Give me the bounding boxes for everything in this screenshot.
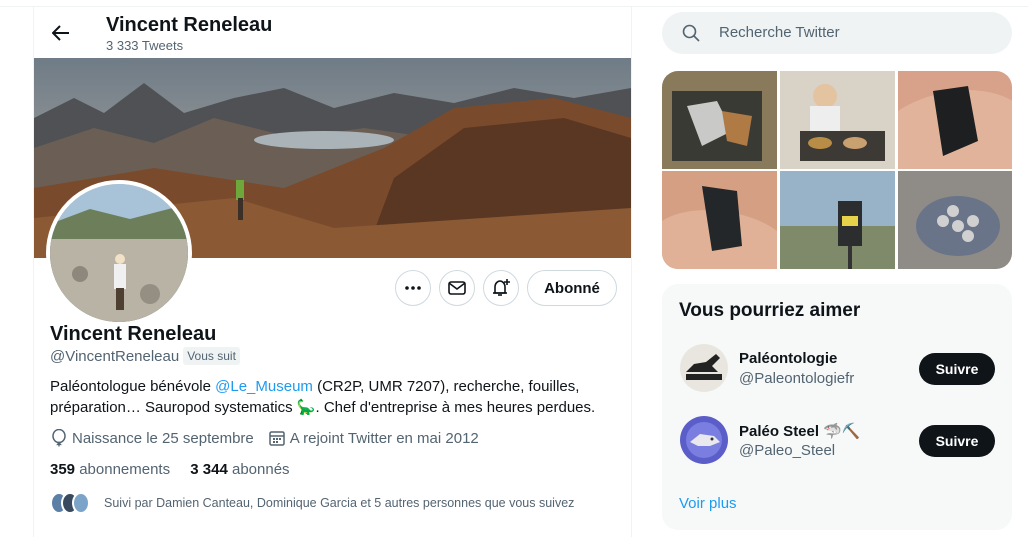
media-grid [662,71,1012,269]
notifications-button[interactable] [483,270,519,306]
suggestion-item[interactable]: Paléo Steel 🦈⛏️ @Paleo_Steel Suivre [662,410,1012,470]
birthday-item: Naissance le 25 septembre [50,429,254,447]
profile-bio: Paléontologue bénévole @Le_Museum (CR2P,… [50,376,620,418]
balloon-icon [52,429,66,447]
joined-text: A rejoint Twitter en mai 2012 [289,429,479,447]
following-link[interactable]: 359 abonnements [50,461,170,478]
media-thumbnail[interactable] [898,71,1012,169]
follow-button[interactable]: Suivre [919,353,995,385]
header-tweet-count: 3 333 Tweets [106,38,184,53]
bell-plus-icon [493,279,510,296]
follows-you-badge: Vous suit [183,347,240,365]
profile-meta: Naissance le 25 septembre A rejoint Twit… [50,429,493,447]
search-input[interactable]: Recherche Twitter [719,24,840,41]
profile-column: Vincent Reneleau 3 333 Tweets Abonné Vin… [33,6,632,537]
follow-button[interactable]: Suivre [919,425,995,457]
birthday-text: Naissance le 25 septembre [72,429,254,447]
media-thumbnail[interactable] [662,171,777,269]
followers-count: 3 344 [190,461,228,478]
joined-item: A rejoint Twitter en mai 2012 [268,429,479,447]
search-icon [682,24,700,42]
followed-by-row[interactable]: Suivi par Damien Canteau, Dominique Garc… [50,492,574,514]
see-more-link[interactable]: Voir plus [679,495,737,512]
back-arrow-icon[interactable] [48,20,74,46]
profile-name: Vincent Reneleau [50,323,217,345]
suggestion-name: Paléo Steel 🦈⛏️ [739,423,861,440]
handle-row: @VincentReneleau Vous suit [50,347,240,365]
more-dots-icon [405,286,421,290]
bio-text-1: Paléontologue bénévole [50,378,216,395]
follow-counts: 359 abonnements 3 344 abonnés [50,461,290,478]
media-thumbnail[interactable] [898,171,1012,269]
followed-by-text: Suivi par Damien Canteau, Dominique Garc… [104,496,575,510]
envelope-icon [448,281,466,295]
search-box[interactable]: Recherche Twitter [662,12,1012,54]
avatar [72,492,90,514]
following-label: abonnements [79,461,171,478]
bio-mention-link[interactable]: @Le_Museum [215,378,313,395]
bio-text-3: . Chef d'entreprise à mes heures perdues… [315,399,596,416]
profile-handle: @VincentReneleau [50,347,180,365]
suggestion-item[interactable]: Paléontologie @Paleontologiefr Suivre [662,338,1012,398]
header-name: Vincent Reneleau [106,14,273,36]
more-options-button[interactable] [395,270,431,306]
suggestions-panel: Vous pourriez aimer Paléontologie @Paleo… [662,284,1012,530]
suggestion-handle: @Paleo_Steel [739,442,836,459]
followers-link[interactable]: 3 344 abonnés [190,461,289,478]
followers-label: abonnés [232,461,290,478]
calendar-icon [269,431,285,446]
following-count: 359 [50,461,76,478]
avatar [680,416,728,464]
suggestions-title: Vous pourriez aimer [679,300,861,321]
suggestion-handle: @Paleontologiefr [739,370,855,387]
media-thumbnail[interactable] [662,71,777,169]
avatar [680,344,728,392]
media-thumbnail[interactable] [780,171,895,269]
message-button[interactable] [439,270,475,306]
sauropod-emoji: 🦕 [296,399,316,416]
subscribed-button[interactable]: Abonné [527,270,617,306]
media-thumbnail[interactable] [780,71,895,169]
profile-avatar[interactable] [46,180,192,326]
suggestion-name: Paléontologie [739,350,838,367]
